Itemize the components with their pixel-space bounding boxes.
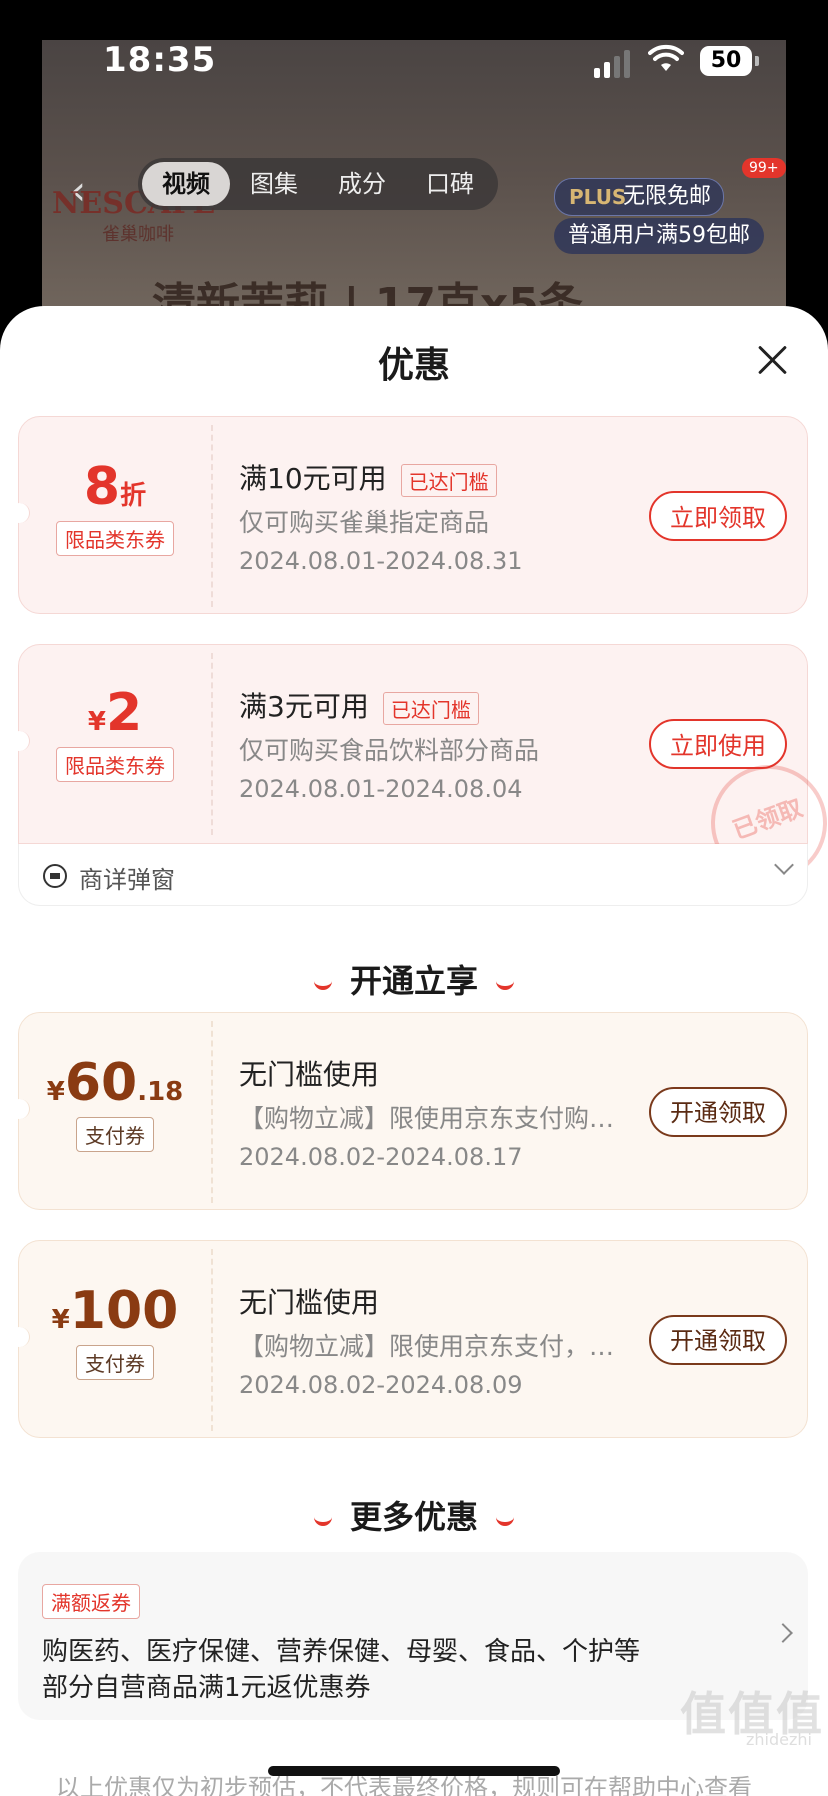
offer-line-2: 部分自营商品满1元返优惠券: [42, 1673, 371, 1703]
wifi-icon: [648, 44, 684, 71]
decor-smile-icon: [313, 977, 332, 990]
coupon-card: ¥100 支付券 无门槛使用 【购物立减】限使用京东支付，… 2024.08.0…: [9, 1240, 808, 1438]
activate-claim-button[interactable]: 开通领取: [649, 1087, 787, 1137]
offer-description: 购医药、医疗保健、营养保健、母婴、食品、个护等 部分自营商品满1元返优惠券: [42, 1634, 640, 1706]
tab-ingredients[interactable]: 成分: [318, 162, 406, 206]
tab-video[interactable]: 视频: [142, 162, 230, 206]
cellular-signal-icon: [594, 50, 630, 78]
coupon-condition-text: 满10元可用: [239, 462, 387, 495]
decor-smile-icon: [313, 1513, 332, 1526]
use-coupon-button[interactable]: 立即使用: [649, 719, 787, 769]
coupon-description: 【购物立减】限使用京东支付，…: [239, 1332, 615, 1361]
coupon-type-tag: 支付券: [76, 1345, 154, 1380]
app-frame: ‹ NESCAFE 雀巢咖啡 视频 图集 成分 口碑 99+ PLUS 无限免邮…: [0, 0, 828, 1796]
activate-claim-button[interactable]: 开通领取: [649, 1315, 787, 1365]
coupon-currency: ¥: [87, 707, 106, 737]
coupon-validity: 2024.08.01-2024.08.31: [239, 547, 523, 575]
coupon-decimal: .18: [137, 1077, 184, 1107]
coupon-condition: 满3元可用 已达门槛: [239, 685, 479, 725]
battery-icon: 50: [700, 46, 759, 76]
popup-row-label: 商详弹窗: [79, 866, 175, 894]
decor-smile-icon: [496, 1513, 514, 1526]
close-icon[interactable]: [756, 344, 788, 376]
coupon-amount: 2: [105, 683, 143, 743]
coupon-description: 仅可购买食品饮料部分商品: [239, 736, 540, 765]
coupon-validity: 2024.08.01-2024.08.04: [239, 775, 523, 803]
coupon-card: ¥60.18 支付券 无门槛使用 【购物立减】限使用京东支付购… 2024.08…: [9, 1012, 808, 1210]
plus-label: PLUS: [569, 185, 627, 209]
tab-gallery[interactable]: 图集: [230, 162, 318, 206]
section-open-title: 开通立享: [349, 962, 478, 1000]
plus-free-shipping-text: 无限免邮: [623, 184, 712, 209]
coupon-type-tag: 限品类东券: [56, 521, 174, 556]
home-indicator[interactable]: [268, 1766, 560, 1776]
coupon-amount-area: ¥2 限品类东券: [19, 645, 211, 843]
cart-count-badge: 99+: [742, 158, 786, 178]
coupon-type-tag: 限品类东券: [56, 747, 174, 782]
watermark-subtitle: zhidezhi: [746, 1730, 812, 1749]
coupon-divider: [211, 1249, 213, 1431]
brand-subtitle: 雀巢咖啡: [102, 224, 174, 245]
coupon-amount-area: ¥60.18 支付券: [19, 1013, 211, 1209]
coupon-divider: [211, 653, 213, 835]
coupon-amount: 8: [83, 457, 121, 517]
coupon-sheet: 优惠 8折 限品类东券 满10元可用 已达门槛 仅可购买雀巢指定商品 2024.0…: [0, 306, 828, 1796]
tab-reviews[interactable]: 口碑: [406, 162, 494, 206]
media-tabs: 视频 图集 成分 口碑: [138, 158, 498, 210]
chevron-right-icon: [773, 1623, 793, 1643]
coupon-validity: 2024.08.02-2024.08.17: [239, 1143, 523, 1171]
decor-smile-icon: [496, 977, 514, 990]
coupon-condition-text: 无门槛使用: [239, 1058, 380, 1091]
sheet-title: 优惠: [377, 345, 450, 386]
coupon-divider: [211, 1021, 213, 1203]
offer-type-tag: 满额返券: [42, 1584, 140, 1619]
shipping-threshold-banner: 普通用户满59包邮: [554, 218, 764, 254]
coupon-validity: 2024.08.02-2024.08.09: [239, 1371, 523, 1399]
status-bar: 18:35 50: [0, 0, 828, 110]
coupon-description: 【购物立减】限使用京东支付购…: [239, 1104, 615, 1133]
coupon-amount: 60: [64, 1053, 138, 1113]
section-more-title: 更多优惠: [349, 1498, 478, 1536]
section-open-header: 开通立享: [0, 956, 828, 1002]
threshold-reached-badge: 已达门槛: [382, 691, 479, 725]
coupon-currency: ¥: [46, 1077, 65, 1107]
coupon-description: 仅可购买雀巢指定商品: [239, 508, 490, 537]
coupon-condition-text: 无门槛使用: [239, 1286, 380, 1319]
popup-icon: [43, 864, 67, 888]
coupon-amount-area: ¥100 支付券: [19, 1241, 211, 1437]
offer-line-1: 购医药、医疗保健、营养保健、母婴、食品、个护等: [42, 1637, 641, 1667]
chevron-down-icon: [774, 855, 794, 875]
coupon-amount: 100: [69, 1281, 179, 1341]
coupon-condition-text: 满3元可用: [239, 690, 369, 723]
status-time: 18:35: [103, 40, 217, 80]
coupon-currency: ¥: [51, 1305, 70, 1335]
threshold-reached-badge: 已达门槛: [400, 463, 497, 497]
section-more-header: 更多优惠: [0, 1492, 828, 1538]
coupon-card: ¥2 限品类东券 满3元可用 已达门槛 仅可购买食品饮料部分商品 2024.08.…: [9, 644, 828, 898]
coupon-type-tag: 支付券: [76, 1117, 154, 1152]
coupon-amount-area: 8折 限品类东券: [19, 417, 211, 613]
coupon-divider: [211, 425, 213, 607]
coupon-card: 8折 限品类东券 满10元可用 已达门槛 仅可购买雀巢指定商品 2024.08.0…: [9, 416, 808, 614]
plus-free-shipping-banner: PLUS 无限免邮: [554, 178, 725, 216]
detail-popup-row[interactable]: 商详弹窗: [18, 844, 808, 906]
claim-coupon-button[interactable]: 立即领取: [649, 491, 787, 541]
coupon-condition: 满10元可用 已达门槛: [239, 457, 497, 497]
coupon-unit: 折: [120, 481, 147, 511]
